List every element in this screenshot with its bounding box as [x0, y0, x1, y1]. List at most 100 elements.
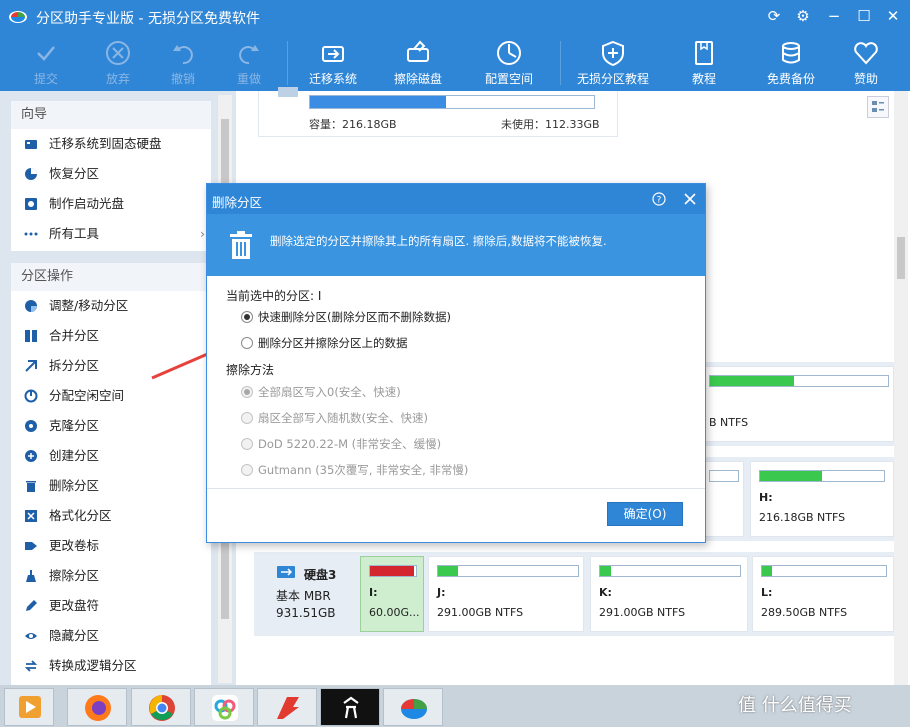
help-icon[interactable]: ? [652, 192, 666, 206]
clone-icon [25, 420, 37, 432]
partition-usage-fill [762, 566, 772, 576]
sidebar-item-convert-logical[interactable]: 转换成逻辑分区 [11, 651, 211, 681]
disk-info[interactable]: 硬盘3 基本 MBR 931.51GB [258, 556, 356, 632]
sidebar-item-hide[interactable]: 隐藏分区 [11, 621, 211, 651]
close-icon[interactable]: ✕ [882, 6, 904, 28]
disk-summary-card[interactable]: 容量：216.18GB 未使用：112.33GB [258, 87, 618, 137]
list-view-icon [872, 101, 884, 112]
gear-icon[interactable]: ⚙ [792, 6, 814, 28]
submit-button[interactable]: 提交 [18, 33, 74, 91]
refresh-icon[interactable]: ⟳ [763, 6, 785, 28]
taskbar-app-bird[interactable] [194, 688, 254, 726]
discard-button[interactable]: 放弃 [90, 33, 146, 91]
partition-tile[interactable]: B NTFS [700, 366, 894, 442]
taskbar-app-foxit[interactable] [257, 688, 317, 726]
partition-tile[interactable] [700, 461, 744, 537]
taskbar-app-media[interactable] [4, 688, 54, 726]
partition-usage-bar [761, 565, 887, 577]
taskbar-app-partition-assistant[interactable] [383, 688, 443, 726]
partition-letter: K: [599, 586, 612, 599]
partition-usage-bar [437, 565, 579, 577]
sidebar-item-boot-disc[interactable]: 制作启动光盘 [11, 189, 211, 219]
migrate-os-button[interactable]: 迁移系统 [298, 33, 368, 91]
eraser-icon [26, 570, 36, 582]
sidebar-item-label: 删除分区 [49, 478, 100, 493]
main-scrollbar[interactable] [894, 91, 908, 685]
sponsor-button[interactable]: 赞助 [838, 33, 894, 91]
wipe-disk-button[interactable]: 擦除磁盘 [383, 33, 453, 91]
radio-button[interactable] [241, 438, 253, 450]
sidebar-item-drive-letter[interactable]: 更改盘符 [11, 591, 211, 621]
undo-label: 撤销 [170, 72, 195, 86]
current-partition-label: 当前选中的分区: I [226, 289, 322, 303]
sidebar-item-create[interactable]: 创建分区 [11, 441, 211, 471]
maximize-icon[interactable]: ☐ [853, 6, 875, 28]
undo-button[interactable]: 撤销 [155, 33, 211, 91]
radio-button[interactable] [241, 464, 253, 476]
partition-tile-l[interactable]: L: 289.50GB NTFS [752, 556, 894, 632]
sidebar-item-resize[interactable]: 调整/移动分区 [11, 291, 211, 321]
allocate-space-button[interactable]: 配置空间 [474, 33, 544, 91]
dialog-title-bar: 删除分区 ? [207, 184, 705, 214]
partition-tile-j[interactable]: J: 291.00GB NTFS [428, 556, 584, 632]
sidebar-item-delete[interactable]: 删除分区 [11, 471, 211, 501]
sidebar-item-format[interactable]: 格式化分区 [11, 501, 211, 531]
taskbar: 值 什么值得买 [0, 685, 910, 727]
sidebar-item-label: 恢复分区 [49, 166, 100, 181]
sidebar-item-label: 隐藏分区 [49, 628, 100, 643]
toolbar: 提交 放弃 撤销 重做 迁移系统 擦除磁盘 配置空间 无损分区教程 教程 免费备… [0, 33, 910, 91]
redo-button[interactable]: 重做 [221, 33, 277, 91]
sidebar-item-label: 制作启动光盘 [49, 196, 125, 211]
sidebar-item-label-change[interactable]: 更改卷标 [11, 531, 211, 561]
taskbar-app-chrome[interactable] [131, 688, 191, 726]
tutorial-button[interactable]: 教程 [676, 33, 732, 91]
free-backup-button[interactable]: 免费备份 [756, 33, 826, 91]
trash-icon [230, 231, 252, 259]
window-title: 分区助手专业版 - 无损分区免费软件 [36, 11, 260, 27]
sidebar-item-recover-partition[interactable]: 恢复分区 [11, 159, 211, 189]
split-icon [25, 360, 37, 372]
sidebar-item-label: 合并分区 [49, 328, 100, 343]
view-toggle-button[interactable] [867, 96, 889, 118]
sidebar-item-clone[interactable]: 克隆分区 [11, 411, 211, 441]
disc-icon [25, 198, 37, 210]
minimize-icon[interactable]: − [823, 6, 845, 28]
sidebar-item-allocate[interactable]: 分配空闲空间 [11, 381, 211, 411]
option-label: 全部扇区写入0(安全、快速) [258, 385, 401, 399]
partition-letter: L: [761, 586, 773, 599]
sidebar-item-migrate-ssd[interactable]: 迁移系统到固态硬盘 [11, 129, 211, 159]
disk-size: 931.51GB [276, 606, 336, 620]
main-scroll-thumb[interactable] [897, 237, 905, 279]
trash-icon [26, 481, 36, 492]
sidebar-item-label: 拆分分区 [49, 358, 100, 373]
sidebar-item-wipe[interactable]: 擦除分区 [11, 561, 211, 591]
partition-usage-bar [709, 470, 739, 482]
submit-label: 提交 [33, 72, 58, 86]
taskbar-app-jie[interactable] [320, 688, 380, 726]
sponsor-label: 赞助 [853, 72, 878, 86]
radio-button[interactable] [241, 412, 253, 424]
partition-tile-h[interactable]: H: 216.18GB NTFS [750, 461, 894, 537]
sidebar-item-all-tools[interactable]: 所有工具 › [11, 219, 211, 249]
radio-button[interactable] [241, 386, 253, 398]
watermark: 值 什么值得买 [738, 695, 852, 716]
ok-button[interactable]: 确定(O) [607, 502, 683, 526]
tutorial-link-button[interactable]: 无损分区教程 [570, 33, 656, 91]
tutorial-label: 教程 [691, 72, 716, 86]
sidebar: 向导 迁移系统到固态硬盘 恢复分区 制作启动光盘 所有工具 › 分区操作 调整/… [0, 91, 236, 685]
partition-tile-i[interactable]: I: 60.00G... [360, 556, 424, 632]
radio-button[interactable] [241, 337, 253, 349]
partition-tile-k[interactable]: K: 291.00GB NTFS [590, 556, 748, 632]
partition-size: 289.50GB NTFS [761, 606, 848, 619]
partition-usage-bar [369, 565, 417, 577]
partition-usage-fill [370, 566, 414, 576]
tutorial-link-label: 无损分区教程 [576, 72, 649, 86]
migrate-os-icon [322, 46, 344, 62]
more-icon [24, 232, 38, 236]
radio-button[interactable] [241, 311, 253, 323]
wizard-panel: 向导 迁移系统到固态硬盘 恢复分区 制作启动光盘 所有工具 › [11, 101, 211, 251]
close-icon[interactable] [683, 192, 697, 206]
partition-letter: J: [437, 586, 446, 599]
partition-size: 216.18GB NTFS [759, 511, 846, 524]
taskbar-app-firefox[interactable] [67, 688, 127, 726]
